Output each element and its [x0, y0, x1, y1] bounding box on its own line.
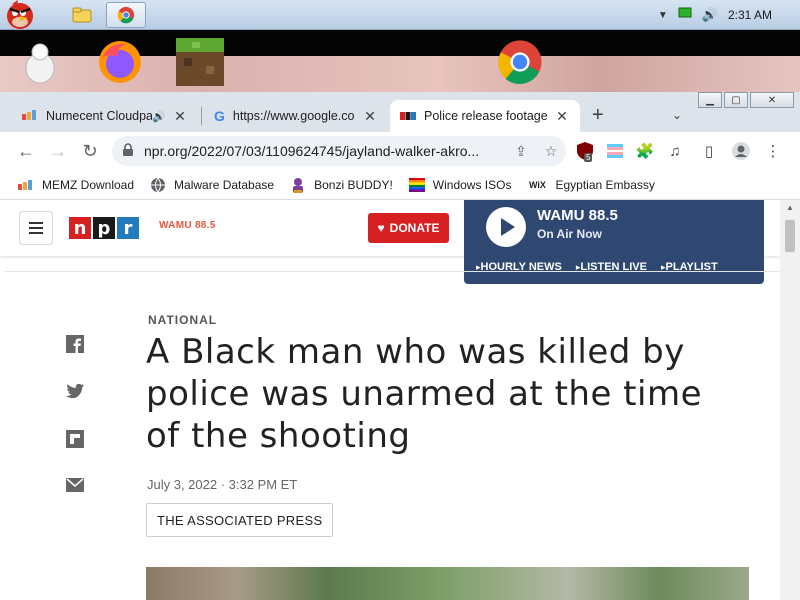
- article-date: July 3, 2022 · 3:32 PM ET: [147, 477, 298, 492]
- donate-button[interactable]: ♥ DONATE: [368, 213, 449, 243]
- close-tab-icon[interactable]: ✕: [362, 108, 378, 125]
- npr-favicon: [400, 109, 416, 123]
- minecraft-icon[interactable]: [176, 38, 224, 86]
- memz-icon: [18, 177, 34, 193]
- volume-icon[interactable]: 🔊: [702, 7, 718, 23]
- donate-label: DONATE: [389, 221, 440, 235]
- hamburger-menu-icon[interactable]: [19, 211, 53, 245]
- npr-logo[interactable]: n p r: [69, 217, 139, 239]
- new-tab-plus-icon[interactable]: +: [592, 104, 604, 127]
- email-share-icon[interactable]: [66, 478, 84, 496]
- network-icon[interactable]: [678, 6, 692, 24]
- bonzi-icon: [290, 177, 306, 193]
- share-icon[interactable]: ⇪: [506, 143, 536, 160]
- bookmark-star-icon[interactable]: ☆: [536, 143, 566, 160]
- bookmarks-bar: MEMZ Download Malware Database Bonzi BUD…: [0, 170, 800, 200]
- wamu-logo-text: WAMU 88.5: [159, 220, 216, 231]
- app-icon-white-robot[interactable]: [16, 38, 64, 86]
- rainbow-flag-icon: [408, 177, 425, 193]
- maximize-icon[interactable]: ▢: [724, 92, 748, 108]
- heart-icon: ♥: [377, 221, 385, 235]
- article-headline: A Black man who was killed by police was…: [146, 332, 702, 456]
- tab-separator: [201, 107, 202, 125]
- tab-search-chevron-icon[interactable]: ⌄: [672, 108, 682, 122]
- play-button-icon[interactable]: [486, 207, 526, 247]
- article-byline[interactable]: THE ASSOCIATED PRESS: [146, 503, 334, 537]
- lock-icon[interactable]: [122, 142, 134, 160]
- ublock-origin-icon[interactable]: 5: [570, 136, 600, 166]
- bookmark-malware-database[interactable]: Malware Database: [150, 177, 274, 193]
- audio-playing-icon[interactable]: 🔊: [152, 110, 166, 123]
- tray-expand-icon[interactable]: ▼: [658, 10, 668, 21]
- ublock-badge: 5: [584, 153, 593, 162]
- npr-logo-n: n: [69, 217, 91, 239]
- bookmark-label: Windows ISOs: [432, 177, 512, 192]
- browser-toolbar: ← → ↻ npr.org/2022/07/03/1109624745/jayl…: [0, 132, 800, 170]
- close-window-icon[interactable]: ✕: [750, 92, 794, 108]
- folder-taskbar-icon[interactable]: [62, 2, 102, 28]
- wamu-station-logo[interactable]: WAMU 88.5: [159, 220, 216, 231]
- tab-title: https://www.google.co: [232, 109, 355, 123]
- windows-taskbar: ▼ 🔊 2:31 AM: [0, 0, 800, 30]
- player-station-name: WAMU 88.5: [537, 207, 618, 224]
- back-arrow-icon[interactable]: ←: [10, 135, 42, 167]
- tab-npr-active[interactable]: Police release footage ✕: [390, 100, 580, 132]
- tab-numecent[interactable]: Numecent Cloudpa 🔊 ✕: [12, 100, 198, 132]
- page-scrollbar[interactable]: ▲: [780, 200, 800, 600]
- tab-google[interactable]: G https://www.google.co ✕: [204, 100, 388, 132]
- forward-arrow-icon[interactable]: →: [42, 135, 74, 167]
- tab-title: Numecent Cloudpa: [46, 109, 153, 123]
- window-controls: ▁ ▢ ✕: [698, 92, 794, 108]
- bookmark-memz[interactable]: MEMZ Download: [18, 177, 134, 193]
- address-bar[interactable]: npr.org/2022/07/03/1109624745/jayland-wa…: [112, 136, 566, 166]
- scrollbar-thumb[interactable]: [785, 220, 795, 252]
- close-tab-icon[interactable]: ✕: [172, 108, 188, 125]
- chrome-desktop-icon[interactable]: [496, 38, 544, 86]
- google-favicon: G: [214, 108, 225, 124]
- chrome-menu-icon[interactable]: ⋮: [758, 136, 788, 166]
- scroll-up-arrow-icon[interactable]: ▲: [780, 200, 800, 216]
- player-status: On Air Now: [537, 227, 602, 241]
- taskbar-clock[interactable]: 2:31 AM: [728, 8, 772, 22]
- system-tray: ▼ 🔊 2:31 AM: [658, 0, 800, 30]
- npr-logo-p: p: [93, 217, 115, 239]
- minimize-icon[interactable]: ▁: [698, 92, 722, 108]
- bookmark-bonzi-buddy[interactable]: Bonzi BUDDY!: [290, 177, 393, 193]
- twitter-share-icon[interactable]: [66, 383, 84, 401]
- tab-strip: Numecent Cloudpa 🔊 ✕ G https://www.googl…: [0, 92, 800, 132]
- angry-birds-taskbar-icon[interactable]: [0, 0, 40, 29]
- media-control-icon[interactable]: ♫: [660, 136, 690, 166]
- chrome-browser-window: Numecent Cloudpa 🔊 ✕ G https://www.googl…: [0, 92, 800, 600]
- npr-logo-r: r: [117, 217, 139, 239]
- bookmark-label: Malware Database: [174, 177, 275, 192]
- extensions-puzzle-icon[interactable]: 🧩: [630, 136, 660, 166]
- profile-avatar-icon[interactable]: [726, 136, 756, 166]
- article-lead-photo[interactable]: [146, 567, 749, 600]
- bookmark-windows-isos[interactable]: Windows ISOs: [408, 177, 512, 193]
- bookmark-egyptian-embassy[interactable]: WiX Egyptian Embassy: [527, 177, 655, 193]
- section-label[interactable]: NATIONAL: [148, 313, 217, 327]
- pride-flag-extension-icon[interactable]: [600, 136, 630, 166]
- header-divider: [5, 271, 780, 272]
- numecent-favicon: [22, 109, 38, 123]
- reload-icon[interactable]: ↻: [74, 135, 106, 167]
- bookmark-label: Egyptian Embassy: [555, 177, 655, 192]
- url-text: npr.org/2022/07/03/1109624745/jayland-wa…: [144, 143, 480, 159]
- firefox-icon[interactable]: [96, 38, 144, 86]
- tab-title: Police release footage: [424, 109, 548, 123]
- desktop-background: [0, 30, 800, 92]
- side-panel-icon[interactable]: ▯: [694, 136, 724, 166]
- flipboard-share-icon[interactable]: [66, 430, 84, 448]
- facebook-share-icon[interactable]: [66, 335, 84, 353]
- bookmark-label: MEMZ Download: [42, 177, 135, 192]
- chrome-taskbar-icon[interactable]: [106, 2, 146, 28]
- close-tab-icon[interactable]: ✕: [554, 108, 570, 125]
- globe-icon: [150, 177, 166, 193]
- bookmark-label: Bonzi BUDDY!: [314, 177, 393, 192]
- web-page-viewport: n p r WAMU 88.5 ♥ DONATE WAMU 88.5 On Ai…: [0, 200, 780, 600]
- wix-icon: WiX: [529, 179, 546, 190]
